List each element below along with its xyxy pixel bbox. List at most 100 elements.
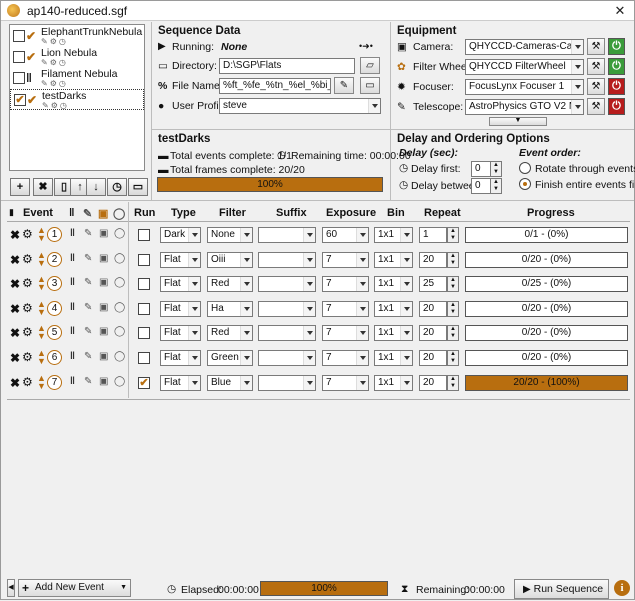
repeat-spinner[interactable]: ▲ ▼ <box>447 276 459 293</box>
delete-target-button[interactable]: ✖ <box>33 178 53 196</box>
event-row[interactable]: ✖ ⚙ ▲ ▼ 4 ‖ ✎ ▣ ◯ Flat Ha 7 1x1 20 ▲ ▼ 0/20 - (0%) <box>7 298 630 320</box>
filename-field[interactable]: %ft_%fe_%tn_%el_%bi_%su_ <box>219 78 331 94</box>
browse-folder-button[interactable]: ▱ <box>360 57 380 74</box>
telescope-select[interactable]: AstroPhysics GTO V2 Mount <box>465 99 584 115</box>
reorder-arrows-icon[interactable]: ▲ ▼ <box>37 349 46 366</box>
filterwheel-settings-button[interactable]: ⚒ <box>587 58 605 75</box>
filter-select[interactable]: Oiii <box>207 251 253 268</box>
delete-event-icon[interactable]: ✖ <box>10 302 20 316</box>
target-tools-icon[interactable]: ✎⚙◷ <box>41 79 68 88</box>
focus-icon[interactable]: ✎ <box>84 351 92 362</box>
target-item[interactable]: ✔ Lion Nebula ✎⚙◷ <box>10 47 144 68</box>
comment-icon[interactable]: ◯ <box>114 277 125 288</box>
delay-between-spinner[interactable]: ▲ ▼ <box>490 178 502 194</box>
script-icon[interactable]: ▣ <box>99 228 108 239</box>
camera-power-icon[interactable]: ⏻ <box>608 38 625 55</box>
delay-between-input[interactable]: 0 <box>471 178 491 194</box>
move-down-button[interactable]: ↓ <box>86 178 106 196</box>
target-checkbox[interactable] <box>13 72 25 84</box>
gear-icon[interactable]: ⚙ <box>22 301 33 315</box>
exposure-select[interactable]: 7 <box>322 251 369 268</box>
filterwheel-select[interactable]: QHYCCD FilterWheel <box>465 59 584 75</box>
delete-event-icon[interactable]: ✖ <box>10 228 20 242</box>
target-tools-icon[interactable]: ✎⚙◷ <box>42 101 69 110</box>
filename-options-button[interactable]: ▭ <box>360 77 380 94</box>
directory-field[interactable]: D:\SGP\Flats <box>219 58 355 74</box>
filterwheel-power-icon[interactable]: ⏻ <box>608 58 625 75</box>
telescope-power-icon[interactable]: ⏻ <box>608 98 625 115</box>
target-item-selected[interactable]: ✔ ✔ testDarks ✎⚙◷ <box>10 89 144 110</box>
pause-icon[interactable]: ‖ <box>70 253 75 264</box>
repeat-input[interactable]: 20 <box>419 374 447 391</box>
target-list[interactable]: ✔ ElephantTrunkNebula ✎⚙◷ ✔ Lion Nebula … <box>9 24 145 171</box>
pause-icon[interactable]: ‖ <box>70 351 75 362</box>
exposure-select[interactable]: 7 <box>322 325 369 342</box>
event-row[interactable]: ✖ ⚙ ▲ ▼ 3 ‖ ✎ ▣ ◯ Flat Red 7 1x1 25 ▲ ▼ 0/25 - (0%) <box>7 273 630 295</box>
filter-select[interactable]: Red <box>207 276 253 293</box>
script-icon[interactable]: ▣ <box>99 277 108 288</box>
type-select[interactable]: Flat <box>160 325 201 342</box>
type-select[interactable]: Flat <box>160 276 201 293</box>
gear-icon[interactable]: ⚙ <box>22 227 33 241</box>
filter-select[interactable]: None <box>207 227 253 243</box>
run-checkbox[interactable] <box>138 352 150 364</box>
repeat-spinner[interactable]: ▲ ▼ <box>447 374 459 391</box>
delete-event-icon[interactable]: ✖ <box>10 277 20 291</box>
type-select[interactable]: Flat <box>160 350 201 366</box>
bin-select[interactable]: 1x1 <box>374 350 413 366</box>
focus-icon[interactable]: ✎ <box>84 228 92 239</box>
exposure-select[interactable]: 7 <box>322 374 369 391</box>
delete-event-icon[interactable]: ✖ <box>10 351 20 365</box>
comment-icon[interactable]: ◯ <box>114 253 125 264</box>
event-row[interactable]: ✖ ⚙ ▲ ▼ 5 ‖ ✎ ▣ ◯ Flat Red 7 1x1 20 ▲ ▼ 0/20 - (0%) <box>7 322 630 344</box>
exposure-select[interactable]: 7 <box>322 350 369 366</box>
reorder-arrows-icon[interactable]: ▲ ▼ <box>37 324 46 341</box>
bin-select[interactable]: 1x1 <box>374 276 413 293</box>
delay-first-spinner[interactable]: ▲ ▼ <box>490 161 502 177</box>
gear-icon[interactable]: ⚙ <box>22 350 33 364</box>
repeat-input[interactable]: 1 <box>419 227 447 243</box>
target-checkbox[interactable] <box>13 30 25 42</box>
comment-icon[interactable]: ◯ <box>114 302 125 313</box>
bin-select[interactable]: 1x1 <box>374 325 413 342</box>
repeat-spinner[interactable]: ▲ ▼ <box>447 251 459 268</box>
comment-icon[interactable]: ◯ <box>114 228 125 239</box>
pause-icon[interactable]: ‖ <box>70 277 75 288</box>
bin-select[interactable]: 1x1 <box>374 300 413 317</box>
focus-icon[interactable]: ✎ <box>84 277 92 288</box>
gear-icon[interactable]: ⚙ <box>22 375 33 389</box>
repeat-spinner[interactable]: ▲ ▼ <box>447 350 459 366</box>
gear-icon[interactable]: ⚙ <box>22 325 33 339</box>
target-tools-icon[interactable]: ✎⚙◷ <box>41 58 68 67</box>
suffix-select[interactable] <box>258 251 316 268</box>
add-event-button[interactable]: + Add New Event ▼ <box>18 579 131 597</box>
run-sequence-button[interactable]: ▶ Run Sequence <box>514 579 609 599</box>
dropdown-arrow-icon[interactable]: ▼ <box>120 580 127 596</box>
suffix-select[interactable] <box>258 374 316 391</box>
pause-icon[interactable]: ‖ <box>70 302 75 313</box>
focuser-settings-button[interactable]: ⚒ <box>587 78 605 95</box>
suffix-select[interactable] <box>258 227 316 243</box>
delete-event-icon[interactable]: ✖ <box>10 326 20 340</box>
edit-filename-button[interactable]: ✎ <box>334 77 354 94</box>
suffix-select[interactable] <box>258 325 316 342</box>
gear-icon[interactable]: ⚙ <box>22 252 33 266</box>
expand-equipment-button[interactable]: ▼ <box>489 117 547 126</box>
info-icon[interactable]: i <box>614 580 630 596</box>
camera-select[interactable]: QHYCCD-Cameras-Capture <box>465 39 584 55</box>
event-row[interactable]: ✖ ⚙ ▲ ▼ 7 ‖ ✎ ▣ ◯ ✔ Flat Blue 7 1x1 20 ▲ ▼ 20/20 - (100%) <box>7 372 630 394</box>
type-select[interactable]: Flat <box>160 374 201 391</box>
telescope-settings-button[interactable]: ⚒ <box>587 98 605 115</box>
event-row[interactable]: ✖ ⚙ ▲ ▼ 1 ‖ ✎ ▣ ◯ Dark None 60 1x1 1 ▲ ▼ 0/1 - (0%) <box>7 224 630 246</box>
reorder-arrows-icon[interactable]: ▲ ▼ <box>37 373 46 390</box>
focuser-power-icon[interactable]: ⏻ <box>608 78 625 95</box>
pause-icon[interactable]: ‖ <box>70 326 75 337</box>
reorder-arrows-icon[interactable]: ▲ ▼ <box>37 250 46 267</box>
comment-icon[interactable]: ◯ <box>114 376 125 387</box>
bin-select[interactable]: 1x1 <box>374 251 413 268</box>
repeat-input[interactable]: 25 <box>419 276 447 293</box>
delete-event-icon[interactable]: ✖ <box>10 253 20 267</box>
event-row[interactable]: ✖ ⚙ ▲ ▼ 2 ‖ ✎ ▣ ◯ Flat Oiii 7 1x1 20 ▲ ▼ 0/20 - (0%) <box>7 249 630 271</box>
type-select[interactable]: Dark <box>160 227 201 243</box>
exposure-select[interactable]: 7 <box>322 276 369 293</box>
